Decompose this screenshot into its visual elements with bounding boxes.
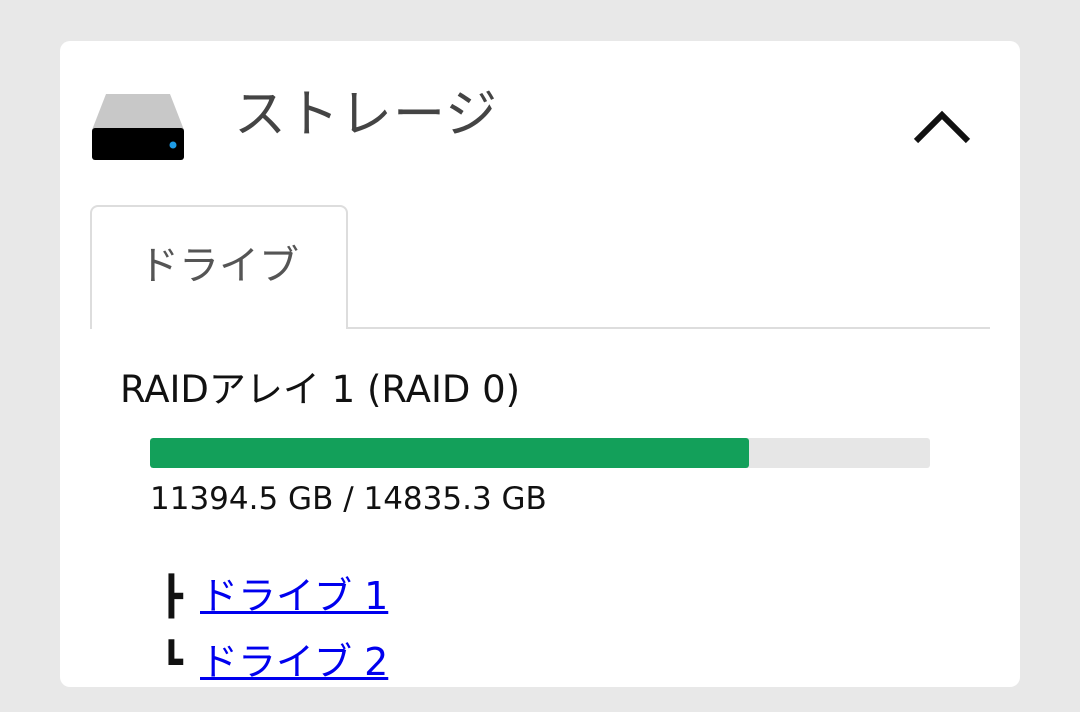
capacity-bar-fill	[150, 438, 750, 468]
tree-branch-icon: ┣	[160, 574, 183, 618]
hard-drive-icon	[92, 94, 184, 160]
tab-drives[interactable]: ドライブ	[90, 205, 348, 329]
list-item: ┣ ドライブ 1	[160, 571, 388, 621]
panel-title: ストレージ	[234, 85, 498, 145]
tree-end-icon: ┗	[160, 640, 183, 684]
chevron-up-icon[interactable]	[910, 103, 974, 147]
list-item: ┗ ドライブ 2	[160, 637, 388, 687]
drive-link-1[interactable]: ドライブ 1	[200, 571, 388, 621]
tab-drives-label: ドライブ	[139, 243, 299, 289]
tab-bar: ドライブ	[90, 205, 990, 329]
capacity-bar	[150, 438, 930, 468]
drive-link-2[interactable]: ドライブ 2	[200, 637, 388, 687]
capacity-text: 11394.5 GB / 14835.3 GB	[150, 481, 547, 517]
storage-panel: ストレージ ドライブ RAIDアレイ 1 (RAID 0) 11394.5 GB…	[60, 41, 1020, 687]
panel-header: ストレージ	[60, 41, 1020, 191]
raid-array-name: RAIDアレイ 1 (RAID 0)	[120, 368, 521, 411]
